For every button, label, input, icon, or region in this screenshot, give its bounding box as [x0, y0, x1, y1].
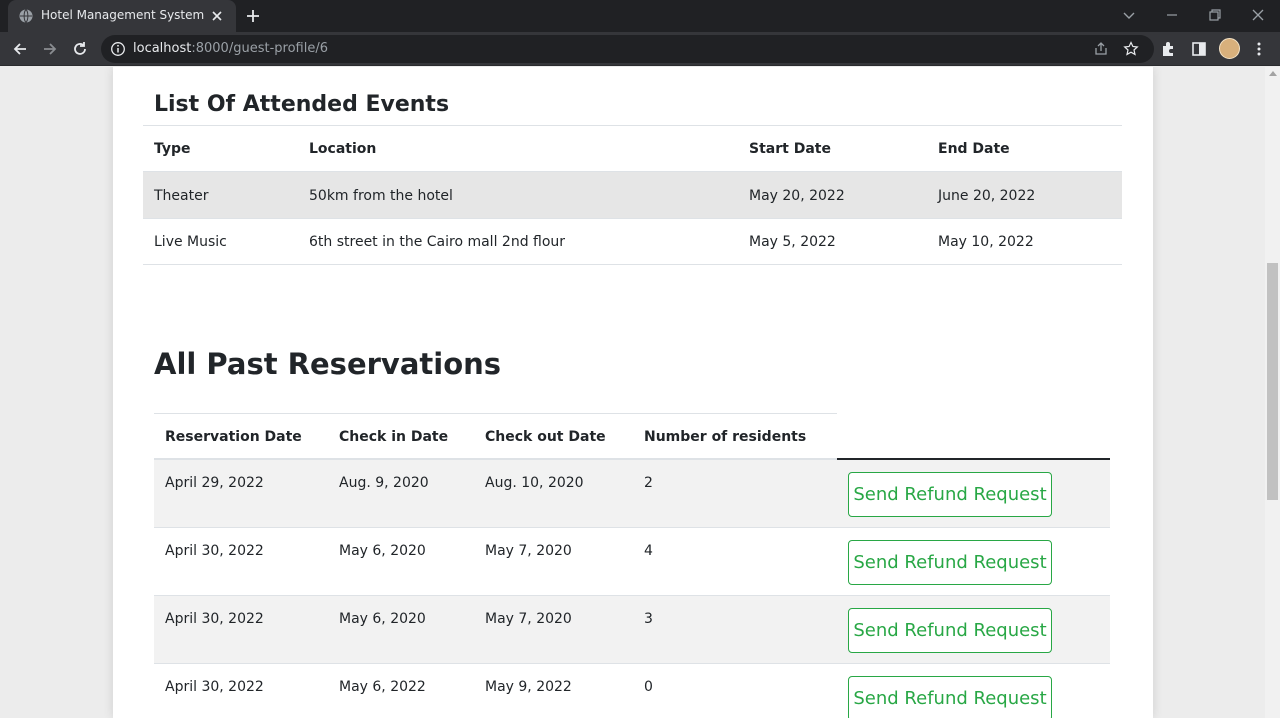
- table-row: Live Music 6th street in the Cairo mall …: [143, 219, 1122, 265]
- event-start-date: May 20, 2022: [749, 188, 845, 204]
- menu-kebab-icon[interactable]: [1250, 40, 1268, 58]
- table-row: April 29, 2022 Aug. 9, 2020 Aug. 10, 202…: [154, 460, 1110, 528]
- info-icon[interactable]: [110, 41, 126, 57]
- check-in-date: May 6, 2020: [339, 611, 426, 627]
- table-row: April 30, 2022 May 6, 2022 May 9, 2022 0…: [154, 664, 1110, 718]
- column-header: Start Date: [749, 141, 831, 157]
- event-end-date: June 20, 2022: [938, 188, 1036, 204]
- tab-title: Hotel Management System: [41, 8, 205, 22]
- tab-strip: Hotel Management System: [0, 0, 1280, 32]
- column-header: Number of residents: [644, 429, 807, 445]
- reload-icon[interactable]: [71, 40, 89, 58]
- address-bar[interactable]: localhost:8000/guest-profile/6: [101, 35, 1154, 63]
- side-panel-icon[interactable]: [1190, 40, 1208, 58]
- window-close-icon[interactable]: [1247, 5, 1269, 25]
- send-refund-request-button[interactable]: Send Refund Request: [848, 676, 1052, 718]
- number-of-residents: 4: [644, 543, 653, 559]
- column-header: Location: [309, 141, 377, 157]
- check-in-date: May 6, 2020: [339, 543, 426, 559]
- minimize-icon[interactable]: [1161, 5, 1183, 25]
- send-refund-request-button[interactable]: Send Refund Request: [848, 608, 1052, 653]
- vertical-scrollbar[interactable]: [1265, 67, 1280, 718]
- events-table-header: Type Location Start Date End Date: [143, 126, 1122, 172]
- column-header: Check out Date: [485, 429, 606, 445]
- event-location: 6th street in the Cairo mall 2nd flour: [309, 234, 566, 250]
- event-type: Theater: [154, 188, 209, 204]
- table-row: April 30, 2022 May 6, 2020 May 7, 2020 3…: [154, 596, 1110, 664]
- globe-icon: [19, 9, 33, 23]
- event-end-date: May 10, 2022: [938, 234, 1034, 250]
- new-tab-icon[interactable]: [244, 7, 262, 25]
- check-out-date: May 9, 2022: [485, 679, 572, 695]
- scroll-up-arrow-icon[interactable]: [1269, 71, 1277, 76]
- restore-icon[interactable]: [1204, 5, 1226, 25]
- close-icon[interactable]: [209, 8, 225, 24]
- column-header: End Date: [938, 141, 1010, 157]
- scrollbar-thumb[interactable]: [1267, 263, 1278, 500]
- column-header: Type: [154, 141, 191, 157]
- check-in-date: Aug. 9, 2020: [339, 475, 429, 491]
- event-start-date: May 5, 2022: [749, 234, 836, 250]
- check-out-date: Aug. 10, 2020: [485, 475, 584, 491]
- number-of-residents: 3: [644, 611, 653, 627]
- event-location: 50km from the hotel: [309, 188, 453, 204]
- check-out-date: May 7, 2020: [485, 611, 572, 627]
- browser-toolbar: localhost:8000/guest-profile/6: [0, 32, 1280, 66]
- number-of-residents: 2: [644, 475, 653, 491]
- url-text: localhost:8000/guest-profile/6: [133, 41, 328, 56]
- profile-card: List Of Attended Events Type Location St…: [113, 67, 1153, 718]
- column-header: Reservation Date: [165, 429, 302, 445]
- forward-arrow-icon[interactable]: [41, 40, 59, 58]
- table-row: April 30, 2022 May 6, 2020 May 7, 2020 4…: [154, 528, 1110, 596]
- reservation-date: April 30, 2022: [165, 679, 264, 695]
- tab-search-icon[interactable]: [1118, 5, 1140, 25]
- events-section-title: List Of Attended Events: [154, 92, 450, 117]
- send-refund-request-button[interactable]: Send Refund Request: [848, 540, 1052, 585]
- profile-avatar[interactable]: [1219, 38, 1240, 59]
- table-row: Theater 50km from the hotel May 20, 2022…: [143, 172, 1122, 219]
- browser-tab[interactable]: Hotel Management System: [8, 0, 236, 32]
- back-arrow-icon[interactable]: [11, 40, 29, 58]
- bookmark-star-icon[interactable]: [1123, 41, 1139, 57]
- page-viewport: List Of Attended Events Type Location St…: [0, 67, 1265, 718]
- check-in-date: May 6, 2022: [339, 679, 426, 695]
- reservations-section-title: All Past Reservations: [154, 347, 502, 381]
- share-icon[interactable]: [1093, 41, 1109, 57]
- reservations-table-header: Reservation Date Check in Date Check out…: [154, 414, 1110, 458]
- reservation-date: April 29, 2022: [165, 475, 264, 491]
- reservation-date: April 30, 2022: [165, 611, 264, 627]
- reservation-date: April 30, 2022: [165, 543, 264, 559]
- event-type: Live Music: [154, 234, 227, 250]
- check-out-date: May 7, 2020: [485, 543, 572, 559]
- column-header: Check in Date: [339, 429, 449, 445]
- extensions-puzzle-icon[interactable]: [1160, 40, 1178, 58]
- number-of-residents: 0: [644, 679, 653, 695]
- send-refund-request-button[interactable]: Send Refund Request: [848, 472, 1052, 517]
